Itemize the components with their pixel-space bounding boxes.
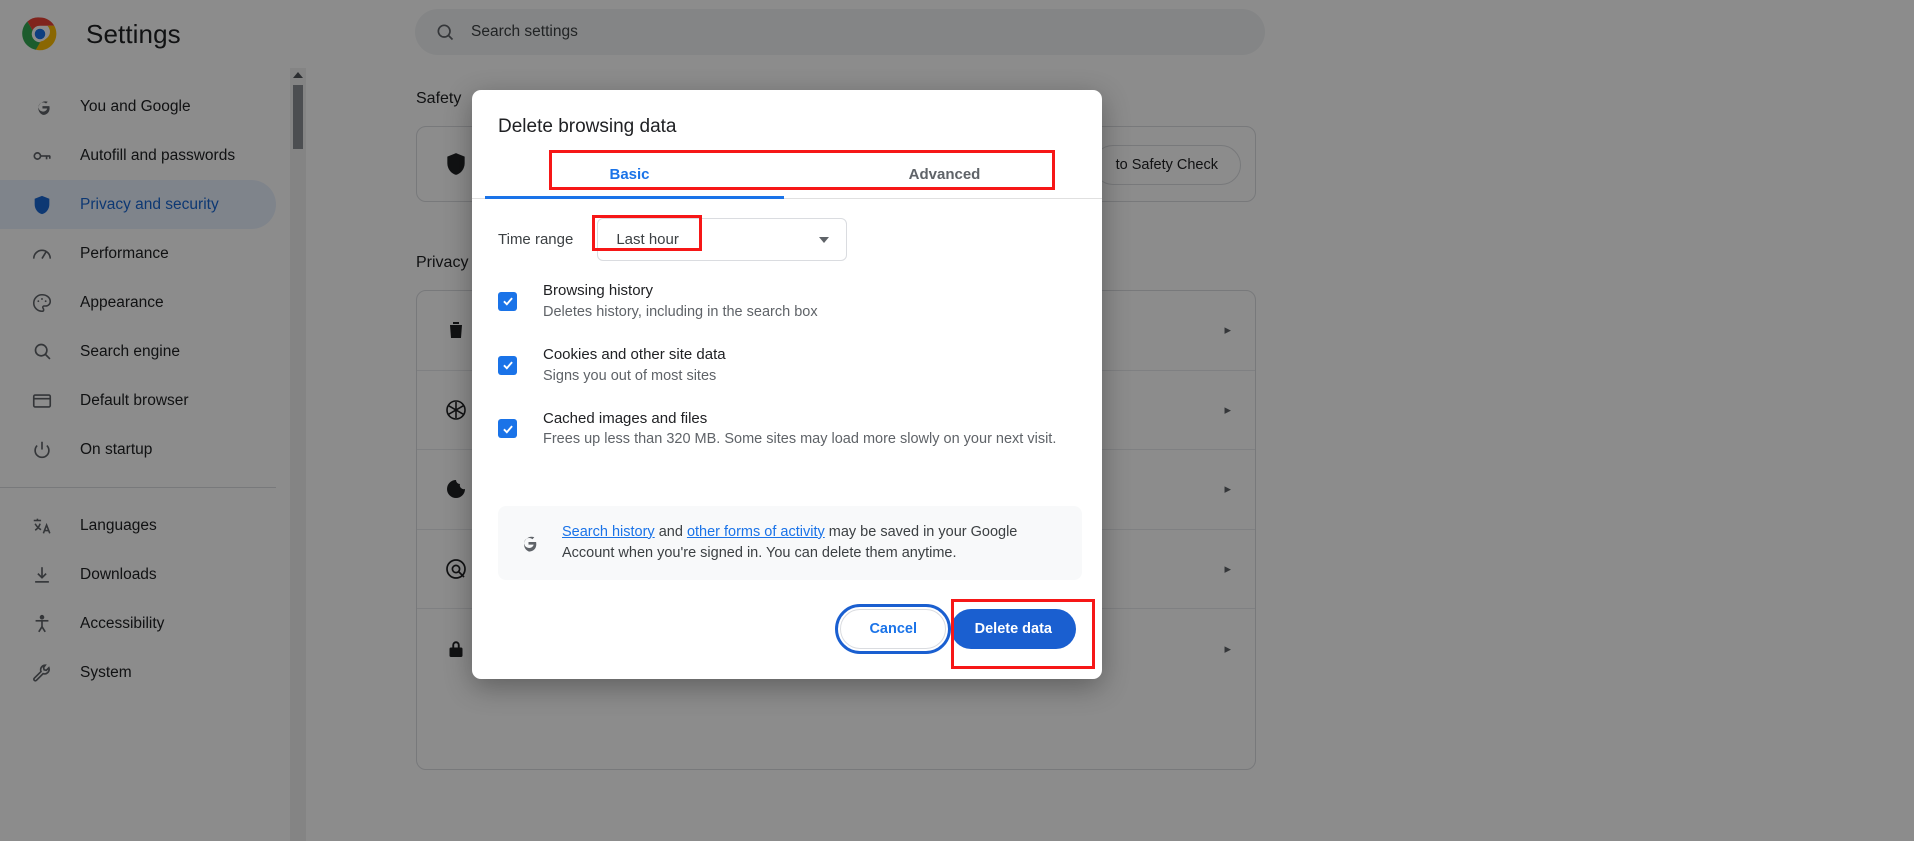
screen: Settings Search settings You and Google [0,0,1914,841]
time-range-select[interactable]: Last hour [597,218,848,261]
dialog-tabs: Basic Advanced [472,151,1102,199]
time-range-value: Last hour [616,231,679,248]
google-info-text: Search history and other forms of activi… [562,522,1064,565]
time-range-row: Time range Last hour [498,218,848,261]
time-range-label: Time range [498,231,574,248]
checkbox-title: Cached images and files [543,409,708,427]
checkbox-subtitle: Frees up less than 320 MB. Some sites ma… [543,431,1057,448]
delete-data-button[interactable]: Delete data [950,609,1076,649]
info-text-mid: and [654,523,687,540]
search-history-link[interactable]: Search history [562,524,655,540]
dialog-title: Delete browsing data [498,116,677,137]
delete-browsing-data-dialog: Delete browsing data Basic Advanced Time… [472,90,1102,679]
checkbox-checked-icon[interactable] [498,291,517,311]
google-g-icon [516,531,540,555]
google-account-info-box: Search history and other forms of activi… [498,506,1082,580]
checkbox-subtitle: Signs you out of most sites [543,367,717,384]
active-tab-indicator [485,196,784,199]
delete-options-list: Browsing history Deletes history, includ… [498,280,1082,471]
checkbox-row-browsing-history[interactable]: Browsing history Deletes history, includ… [498,280,1082,323]
checkbox-checked-icon[interactable] [498,419,517,439]
cancel-button[interactable]: Cancel [835,604,951,654]
other-forms-of-activity-link[interactable]: other forms of activity [687,524,825,540]
tab-basic[interactable]: Basic [472,151,787,198]
checkbox-subtitle: Deletes history, including in the search… [543,303,818,320]
checkbox-title: Cookies and other site data [543,345,726,363]
dialog-footer: Cancel Delete data [472,585,1102,679]
checkbox-title: Browsing history [543,282,654,299]
checkbox-row-cached-images[interactable]: Cached images and files Frees up less th… [498,408,1082,451]
checkbox-checked-icon[interactable] [498,355,517,375]
tab-advanced[interactable]: Advanced [787,151,1102,198]
checkbox-row-cookies[interactable]: Cookies and other site data Signs you ou… [498,344,1082,387]
chevron-down-icon [819,236,830,243]
